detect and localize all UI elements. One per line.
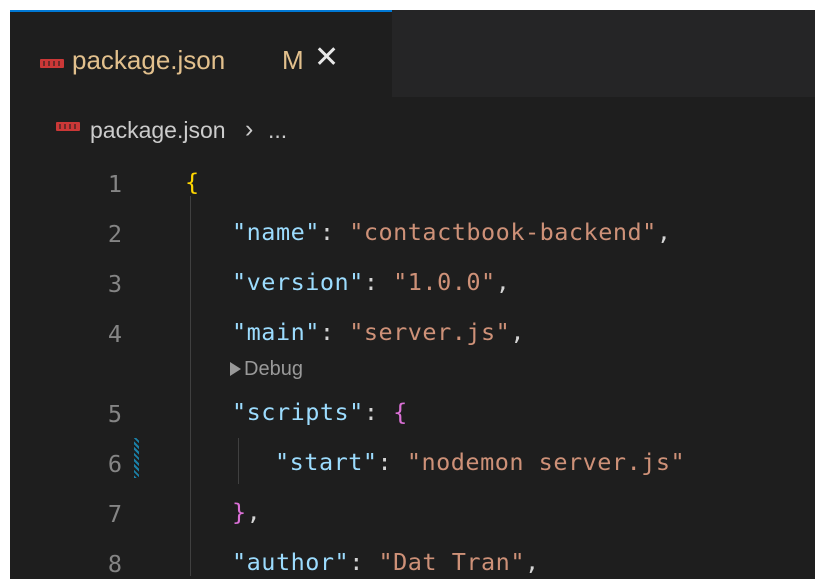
- code-line[interactable]: 6 "start": "nodemon server.js": [10, 440, 815, 480]
- npm-icon: [40, 59, 64, 68]
- line-code: {: [185, 168, 200, 196]
- code-token: "1.0.0": [393, 268, 496, 296]
- line-number: 6: [107, 450, 122, 478]
- line-code: "name": "contactbook-backend",: [232, 218, 671, 246]
- chevron-right-icon: ›: [245, 115, 254, 143]
- code-token: ,: [524, 548, 540, 576]
- tab-label: package.json: [72, 45, 226, 75]
- code-token: "scripts": [232, 398, 364, 426]
- git-change-marker[interactable]: [134, 438, 139, 478]
- tab-package-json[interactable]: package.json M ✕: [10, 10, 392, 97]
- code-token: ,: [510, 318, 525, 346]
- code-token: ,: [495, 268, 511, 296]
- line-number: 3: [107, 270, 122, 298]
- editor-window: package.json M ✕ package.json › ... 1{2 "…: [10, 10, 815, 579]
- code-line[interactable]: 1{: [10, 160, 815, 200]
- line-code: "scripts": {: [232, 398, 408, 426]
- line-number: 7: [107, 500, 122, 528]
- tab-strip: package.json M ✕: [10, 10, 815, 97]
- code-token: "server.js": [349, 318, 511, 346]
- indent-guide: [190, 196, 191, 576]
- npm-icon: [56, 122, 80, 131]
- code-line[interactable]: 8 "author": "Dat Tran",: [10, 540, 815, 579]
- code-token: "nodemon server.js": [406, 448, 686, 476]
- line-code: "author": "Dat Tran",: [232, 548, 540, 576]
- code-token: ,: [656, 218, 672, 246]
- line-number: 4: [107, 320, 122, 348]
- code-token: :: [349, 548, 379, 576]
- line-code: "start": "nodemon server.js": [275, 448, 685, 476]
- code-token: :: [363, 398, 394, 426]
- line-number: 8: [107, 550, 122, 578]
- code-token: ,: [246, 498, 262, 526]
- code-token: {: [393, 398, 408, 426]
- code-token: {: [185, 168, 200, 196]
- code-line[interactable]: 7},: [10, 490, 815, 530]
- line-code: },: [232, 498, 261, 526]
- debug-codelens[interactable]: Debug: [230, 358, 303, 388]
- code-token: :: [363, 268, 394, 296]
- code-token: "name": [232, 218, 320, 246]
- code-line[interactable]: 5 "scripts": {: [10, 390, 815, 430]
- modified-indicator: M: [282, 45, 304, 75]
- code-token: "main": [232, 318, 320, 346]
- line-number: 5: [107, 400, 122, 428]
- indent-guide-nested: [238, 438, 239, 484]
- code-token: :: [377, 448, 407, 476]
- code-token: :: [319, 218, 350, 246]
- code-token: "start": [275, 448, 378, 476]
- breadcrumb: package.json › ...: [10, 97, 815, 149]
- code-line[interactable]: 3 "version": "1.0.0",: [10, 260, 815, 300]
- code-token: :: [319, 318, 350, 346]
- play-icon: [230, 362, 241, 376]
- codelens-label: Debug: [244, 358, 303, 380]
- line-code: "main": "server.js",: [232, 318, 525, 346]
- breadcrumb-symbols[interactable]: ...: [268, 117, 287, 144]
- breadcrumb-file[interactable]: package.json: [90, 117, 226, 144]
- code-line[interactable]: 4 "main": "server.js",: [10, 310, 815, 350]
- code-line[interactable]: 2 "name": "contactbook-backend",: [10, 210, 815, 250]
- code-token: "version": [232, 268, 364, 296]
- close-icon[interactable]: ✕: [314, 40, 339, 75]
- line-code: "version": "1.0.0",: [232, 268, 510, 296]
- line-number: 1: [107, 170, 122, 198]
- line-number: 2: [107, 220, 122, 248]
- code-token: "Dat Tran": [378, 548, 525, 576]
- code-token: "contactbook-backend": [349, 218, 657, 246]
- code-token: "author": [232, 548, 350, 576]
- code-token: }: [232, 498, 247, 526]
